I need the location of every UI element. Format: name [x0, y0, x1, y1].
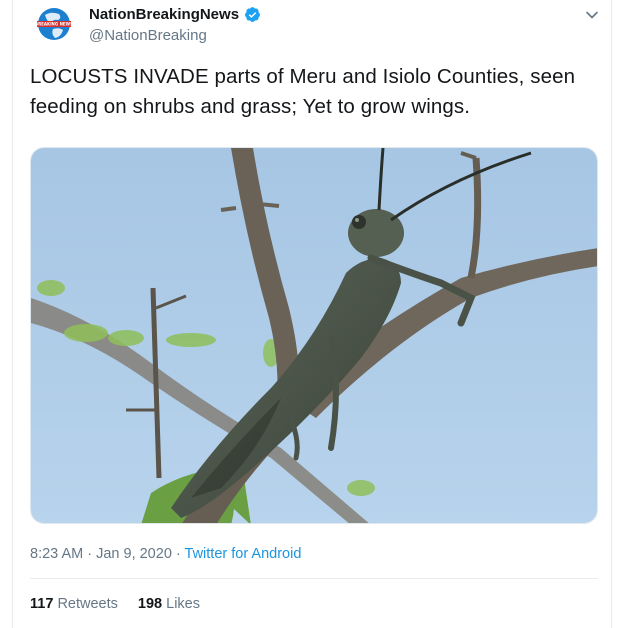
author-handle[interactable]: @NationBreaking	[89, 27, 207, 44]
meta-separator: ·	[87, 546, 97, 562]
tweet-stats: 117 Retweets 198 Likes	[30, 596, 200, 612]
locust-photo-icon	[31, 148, 597, 523]
tweet-source[interactable]: Twitter for Android	[185, 546, 302, 562]
tweet-time[interactable]: 8:23 AM	[30, 546, 83, 562]
chevron-down-icon[interactable]	[585, 8, 599, 22]
tweet-date[interactable]: Jan 9, 2020	[96, 546, 172, 562]
tweet-card: BREAKING NEWS NationBreakingNews @Nation…	[12, 0, 612, 628]
retweets-stat[interactable]: 117 Retweets	[30, 596, 118, 612]
author-name[interactable]: NationBreakingNews	[89, 6, 239, 23]
divider	[30, 578, 598, 579]
meta-separator: ·	[175, 546, 185, 562]
retweets-count: 117	[30, 596, 54, 612]
likes-stat[interactable]: 198 Likes	[138, 596, 200, 612]
tweet-media[interactable]	[30, 147, 598, 524]
author-row: NationBreakingNews	[89, 6, 261, 23]
verified-badge-icon	[245, 7, 260, 22]
svg-text:BREAKING NEWS: BREAKING NEWS	[35, 22, 73, 27]
avatar[interactable]: BREAKING NEWS	[35, 5, 73, 43]
likes-label: Likes	[166, 596, 200, 612]
likes-count: 198	[137, 596, 163, 612]
globe-logo-icon: BREAKING NEWS	[35, 6, 73, 42]
tweet-meta: 8:23 AM · Jan 9, 2020 · Twitter for Andr…	[30, 546, 301, 562]
tweet-text: LOCUSTS INVADE parts of Meru and Isiolo …	[30, 65, 576, 118]
retweets-label: Retweets	[57, 596, 118, 612]
